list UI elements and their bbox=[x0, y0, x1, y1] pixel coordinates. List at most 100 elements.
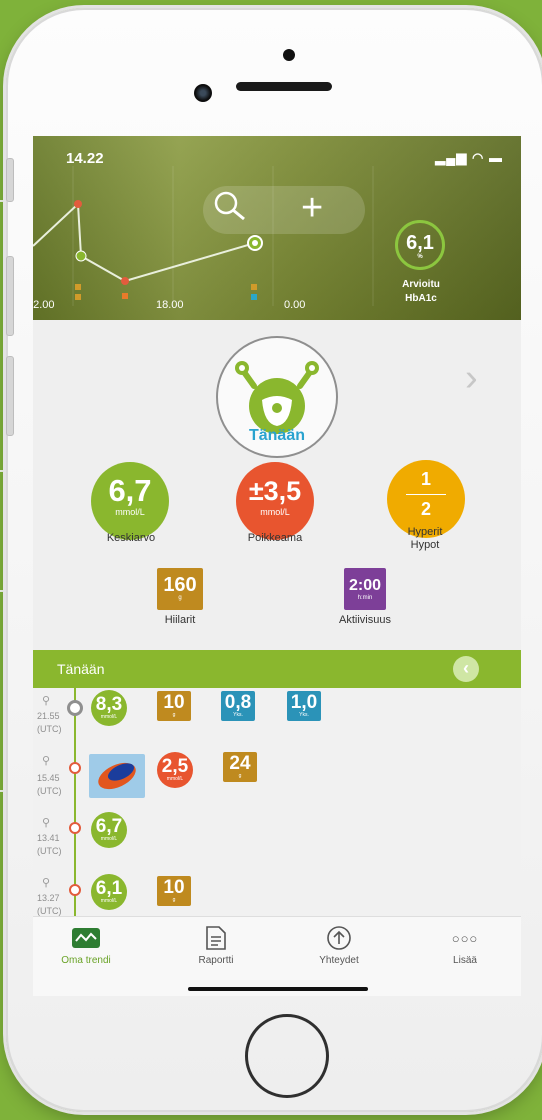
tab-label: Oma trendi bbox=[61, 955, 111, 966]
location-icon: ⚲ bbox=[42, 695, 51, 707]
carb-marker bbox=[251, 284, 257, 290]
tab-oma-trendi[interactable]: Oma trendi bbox=[36, 925, 136, 966]
upload-icon bbox=[289, 925, 389, 951]
entry-time: 13.27 (UTC) bbox=[37, 892, 73, 918]
home-button[interactable] bbox=[245, 1014, 329, 1098]
hypers-count: 1 bbox=[420, 469, 431, 489]
more-icon: ○○○ bbox=[451, 930, 479, 946]
report-icon bbox=[166, 925, 266, 951]
proximity-sensor bbox=[283, 49, 295, 61]
log-list[interactable]: ⚲ 21.55 (UTC) 8,3 mmol/L 10 g 0,8 Yks. 1… bbox=[33, 688, 521, 916]
insulin-unit: Yks. bbox=[233, 712, 243, 718]
carbs-value: 10 bbox=[163, 692, 185, 713]
tab-raportti[interactable]: Raportti bbox=[166, 925, 266, 966]
location-icon: ⚲ bbox=[42, 877, 51, 889]
activity-unit: h:min bbox=[357, 595, 373, 601]
average-label: Keskiarvo bbox=[106, 532, 156, 544]
entry-time: 21.55 (UTC) bbox=[37, 710, 73, 736]
entry-time-value: 21.55 bbox=[37, 711, 60, 721]
carb-marker bbox=[122, 293, 128, 299]
hypos-count: 2 bbox=[420, 499, 431, 519]
entry-time-value: 13.27 bbox=[37, 893, 60, 903]
chevron-left-icon[interactable]: ‹ bbox=[453, 656, 479, 682]
insulin-value: 0,8 bbox=[224, 692, 252, 713]
average-circle[interactable]: 6,7 mmol/L bbox=[91, 462, 169, 540]
glucose-badge[interactable]: 2,5 mmol/L bbox=[157, 752, 193, 788]
carb-marker bbox=[75, 294, 81, 300]
glucose-value: 6,1 bbox=[95, 878, 123, 899]
home-indicator bbox=[188, 987, 368, 991]
carbs-value: 24 bbox=[229, 753, 251, 774]
summary-title: Tänään bbox=[248, 427, 305, 444]
hba1c-label-line: HbA1c bbox=[405, 293, 437, 304]
x-tick-label: 18.00 bbox=[156, 299, 184, 311]
hba1c-label: Arvioitu HbA1c bbox=[383, 278, 459, 306]
add-icon[interactable]: + bbox=[301, 188, 323, 228]
carbs-value: 10 bbox=[163, 877, 185, 898]
tab-label: Lisää bbox=[453, 955, 477, 966]
insulin-badge[interactable]: 1,0 Yks. bbox=[287, 691, 321, 721]
entry-time: 15.45 (UTC) bbox=[37, 772, 73, 798]
chart-point bbox=[75, 250, 87, 262]
x-tick-label: 0.00 bbox=[284, 299, 306, 311]
hba1c-label-line: Arvioitu bbox=[402, 279, 440, 290]
average-unit: mmol/L bbox=[115, 507, 145, 517]
fraction-divider bbox=[406, 494, 446, 495]
entry-timezone: (UTC) bbox=[37, 906, 62, 916]
deviation-unit: mmol/L bbox=[260, 507, 290, 517]
location-icon: ⚲ bbox=[42, 817, 51, 829]
glucose-badge[interactable]: 8,3 mmol/L bbox=[91, 690, 127, 726]
glucose-badge[interactable]: 6,1 mmol/L bbox=[91, 874, 127, 910]
location-icon: ⚲ bbox=[42, 755, 51, 767]
timeline-dot bbox=[69, 762, 81, 774]
earpiece-speaker bbox=[236, 82, 332, 91]
glucose-value: 2,5 bbox=[161, 756, 189, 777]
hba1c-unit: % bbox=[417, 254, 423, 260]
side-button[interactable] bbox=[6, 256, 14, 336]
entry-timezone: (UTC) bbox=[37, 724, 62, 734]
app-screen: 14.22 ▂▄▆ ◠ ▬ 12.00 18.00 0.00 + 6,1 % bbox=[33, 136, 521, 996]
timeline-dot bbox=[69, 822, 81, 834]
chart-point-center bbox=[252, 240, 258, 246]
carbs-unit: g bbox=[172, 897, 176, 903]
deviation-label: Poikkeama bbox=[247, 532, 303, 544]
carbs-unit: g bbox=[238, 773, 242, 779]
trend-icon bbox=[36, 925, 136, 951]
entry-time-value: 13.41 bbox=[37, 833, 60, 843]
insulin-unit: Yks. bbox=[299, 712, 309, 718]
log-header-label: Tänään bbox=[57, 661, 105, 677]
tab-label: Raportti bbox=[198, 955, 234, 966]
entry-time: 13.41 (UTC) bbox=[37, 832, 73, 858]
hba1c-badge[interactable]: 6,1 % bbox=[395, 220, 445, 270]
front-camera bbox=[194, 84, 212, 102]
carbs-badge[interactable]: 24 g bbox=[223, 752, 257, 782]
activity-label: Aktiivisuus bbox=[339, 614, 391, 626]
activity-box[interactable]: 2:00 h:min bbox=[344, 568, 386, 610]
side-button[interactable] bbox=[6, 158, 14, 202]
average-value: 6,7 bbox=[108, 473, 152, 508]
deviation-value: ±3,5 bbox=[248, 476, 302, 506]
timeline-dot bbox=[69, 884, 81, 896]
entry-time-value: 15.45 bbox=[37, 773, 60, 783]
glucose-value: 8,3 bbox=[95, 694, 123, 715]
carbs-badge[interactable]: 10 g bbox=[157, 691, 191, 721]
carbs-label: Hiilarit bbox=[164, 614, 196, 626]
glucose-badge[interactable]: 6,7 mmol/L bbox=[91, 812, 127, 848]
side-button[interactable] bbox=[6, 356, 14, 436]
hyper-hypo-label: Hyperit Hypot bbox=[375, 526, 475, 552]
insulin-badge[interactable]: 0,8 Yks. bbox=[221, 691, 255, 721]
tab-lisaa[interactable]: ○○○ Lisää bbox=[415, 925, 515, 967]
deviation-circle[interactable]: ±3,5 mmol/L bbox=[236, 462, 314, 540]
meal-photo[interactable] bbox=[89, 754, 145, 798]
carbs-badge[interactable]: 10 g bbox=[157, 876, 191, 906]
tab-yhteydet[interactable]: Yhteydet bbox=[289, 925, 389, 966]
tab-bar: Oma trendi Raportti Yhteydet ○○○ Lisää bbox=[33, 916, 521, 996]
search-icon[interactable] bbox=[213, 190, 247, 229]
chart-point bbox=[74, 200, 82, 208]
glucose-value: 6,7 bbox=[95, 816, 123, 837]
tab-label: Yhteydet bbox=[319, 955, 359, 966]
chevron-right-icon[interactable]: › bbox=[465, 357, 478, 400]
carbs-value: 160 bbox=[163, 574, 197, 596]
entry-timezone: (UTC) bbox=[37, 786, 62, 796]
carbs-box[interactable]: 160 g bbox=[157, 568, 203, 610]
